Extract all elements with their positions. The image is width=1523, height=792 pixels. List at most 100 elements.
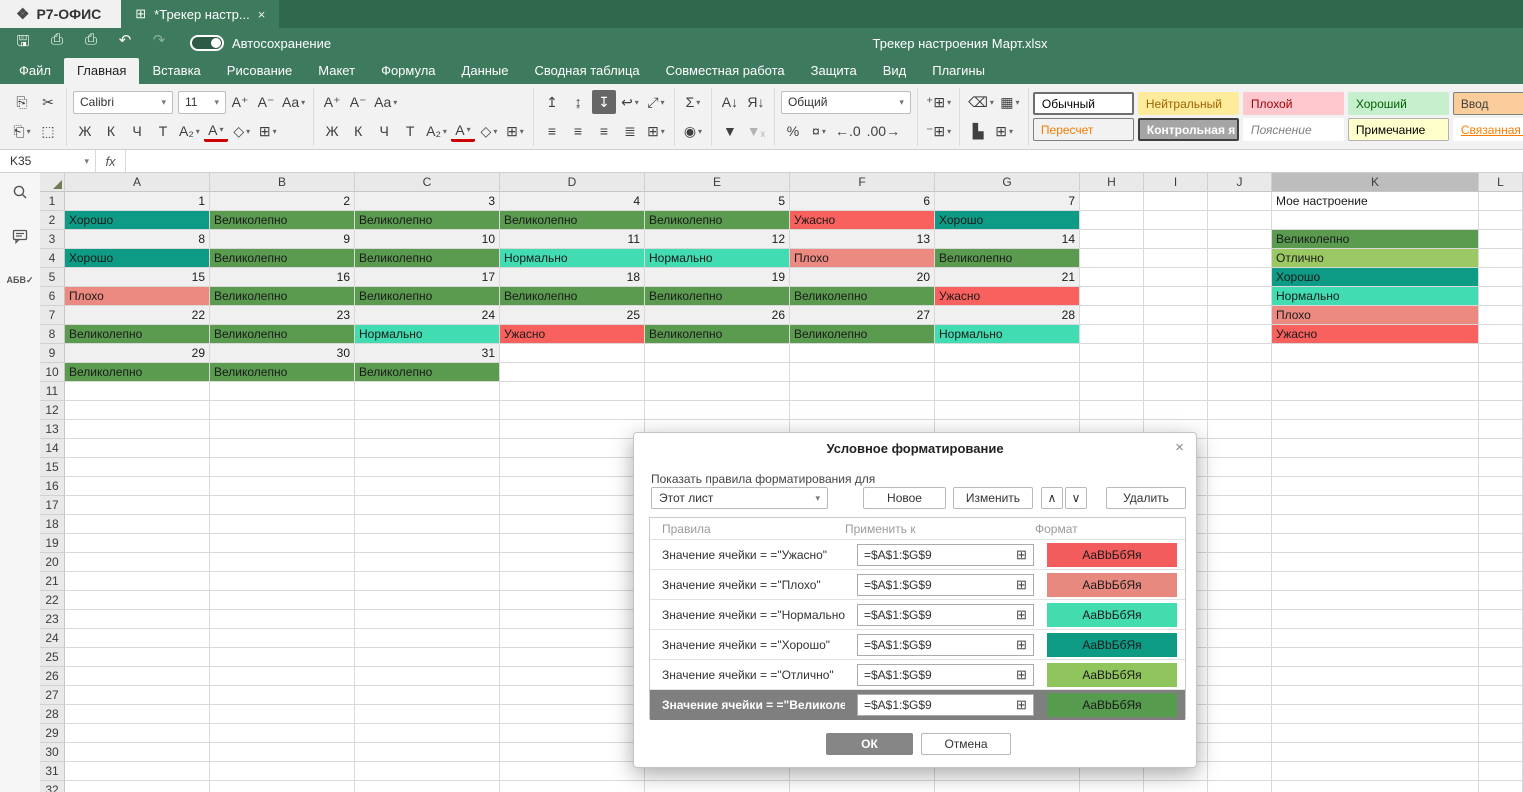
align-top-icon[interactable]: ↥ [540, 90, 564, 114]
cell-K8[interactable]: Ужасно [1272, 325, 1479, 344]
align-middle-icon[interactable]: ↨ [566, 90, 590, 114]
rule-range-input[interactable]: =$A$1:$G$9⊞ [857, 634, 1034, 656]
cell-E9[interactable] [645, 344, 790, 363]
cell-E11[interactable] [645, 382, 790, 401]
cell-B1[interactable]: 2 [210, 192, 355, 211]
menu-tab-Данные[interactable]: Данные [449, 58, 522, 84]
cell-K4[interactable]: Отлично [1272, 249, 1479, 268]
cell-C24[interactable] [355, 629, 500, 648]
cell-G8[interactable]: Нормально [935, 325, 1080, 344]
cell-D15[interactable] [500, 458, 645, 477]
menu-tab-Вставка[interactable]: Вставка [139, 58, 213, 84]
cell-D18[interactable] [500, 515, 645, 534]
bold-icon[interactable]: Ж [320, 119, 344, 143]
cell-E3[interactable]: 12 [645, 230, 790, 249]
row-header-22[interactable]: 22 [40, 591, 65, 610]
cell-style-10[interactable]: Примечание [1348, 118, 1449, 141]
cell-B5[interactable]: 16 [210, 268, 355, 287]
cell-C32[interactable] [355, 781, 500, 792]
cell-C25[interactable] [355, 648, 500, 667]
rule-row-1[interactable]: Значение ячейки = ="Ужасно"=$A$1:$G$9⊞Aa… [650, 540, 1185, 570]
cell-L8[interactable] [1479, 325, 1523, 344]
cell-G5[interactable]: 21 [935, 268, 1080, 287]
cell-E1[interactable]: 5 [645, 192, 790, 211]
cell-L22[interactable] [1479, 591, 1523, 610]
cell-D30[interactable] [500, 743, 645, 762]
cell-E7[interactable]: 26 [645, 306, 790, 325]
row-header-3[interactable]: 3 [40, 230, 65, 249]
print-icon[interactable]: ⎙ [40, 31, 74, 56]
cell-A9[interactable]: 29 [65, 344, 210, 363]
cell-J26[interactable] [1208, 667, 1272, 686]
number-format-select[interactable]: Общий▾ [781, 91, 911, 114]
fill-color-icon[interactable]: ◇▾ [477, 119, 501, 143]
row-header-6[interactable]: 6 [40, 287, 65, 306]
copy-icon[interactable]: ⎘ [10, 90, 34, 114]
cell-style-9[interactable]: Пояснение [1243, 118, 1344, 141]
cell-I5[interactable] [1144, 268, 1208, 287]
cell-J19[interactable] [1208, 534, 1272, 553]
cell-K26[interactable] [1272, 667, 1479, 686]
rule-row-2[interactable]: Значение ячейки = ="Плохо"=$A$1:$G$9⊞AaB… [650, 570, 1185, 600]
cell-H10[interactable] [1080, 363, 1144, 382]
cell-A22[interactable] [65, 591, 210, 610]
cell-J9[interactable] [1208, 344, 1272, 363]
cell-L23[interactable] [1479, 610, 1523, 629]
row-header-14[interactable]: 14 [40, 439, 65, 458]
row-header-7[interactable]: 7 [40, 306, 65, 325]
cell-J31[interactable] [1208, 762, 1272, 781]
cell-G9[interactable] [935, 344, 1080, 363]
cell-B7[interactable]: 23 [210, 306, 355, 325]
select-all-corner[interactable] [40, 173, 65, 192]
cell-K23[interactable] [1272, 610, 1479, 629]
cell-A30[interactable] [65, 743, 210, 762]
cell-K1[interactable]: Мое настроение [1272, 192, 1479, 211]
cell-A1[interactable]: 1 [65, 192, 210, 211]
cell-L11[interactable] [1479, 382, 1523, 401]
cell-A15[interactable] [65, 458, 210, 477]
menu-tab-Формула[interactable]: Формула [368, 58, 448, 84]
cell-B22[interactable] [210, 591, 355, 610]
cell-L14[interactable] [1479, 439, 1523, 458]
cell-L24[interactable] [1479, 629, 1523, 648]
cell-J13[interactable] [1208, 420, 1272, 439]
cell-C7[interactable]: 24 [355, 306, 500, 325]
cell-K32[interactable] [1272, 781, 1479, 792]
cell-B26[interactable] [210, 667, 355, 686]
column-header-E[interactable]: E [645, 173, 790, 192]
delete-cells-icon[interactable]: ⁻⊞▾ [924, 119, 953, 143]
cell-L9[interactable] [1479, 344, 1523, 363]
cell-J5[interactable] [1208, 268, 1272, 287]
menu-tab-Файл[interactable]: Файл [6, 58, 64, 84]
edit-rule-button[interactable]: Изменить [953, 487, 1033, 509]
cell-style-3[interactable]: Плохой [1243, 92, 1344, 115]
format-painter-icon[interactable]: ▙ [966, 119, 990, 143]
cell-D6[interactable]: Великолепно [500, 287, 645, 306]
cell-H6[interactable] [1080, 287, 1144, 306]
cell-I8[interactable] [1144, 325, 1208, 344]
row-header-17[interactable]: 17 [40, 496, 65, 515]
cell-A27[interactable] [65, 686, 210, 705]
cell-J2[interactable] [1208, 211, 1272, 230]
row-header-12[interactable]: 12 [40, 401, 65, 420]
cell-J10[interactable] [1208, 363, 1272, 382]
cell-B14[interactable] [210, 439, 355, 458]
cell-L27[interactable] [1479, 686, 1523, 705]
menu-tab-Вид[interactable]: Вид [870, 58, 920, 84]
cell-L16[interactable] [1479, 477, 1523, 496]
undo-icon[interactable]: ↶ [108, 31, 142, 56]
cell-A13[interactable] [65, 420, 210, 439]
row-header-29[interactable]: 29 [40, 724, 65, 743]
cell-L31[interactable] [1479, 762, 1523, 781]
cell-C9[interactable]: 31 [355, 344, 500, 363]
cell-J1[interactable] [1208, 192, 1272, 211]
cell-D21[interactable] [500, 572, 645, 591]
cell-K15[interactable] [1272, 458, 1479, 477]
align-left-icon[interactable]: ≡ [540, 119, 564, 143]
row-header-8[interactable]: 8 [40, 325, 65, 344]
orientation-icon[interactable]: ⤢▾ [644, 90, 668, 114]
move-rule-down-button[interactable]: ∨ [1065, 487, 1087, 509]
rule-range-input[interactable]: =$A$1:$G$9⊞ [857, 574, 1034, 596]
cell-B19[interactable] [210, 534, 355, 553]
cell-A14[interactable] [65, 439, 210, 458]
